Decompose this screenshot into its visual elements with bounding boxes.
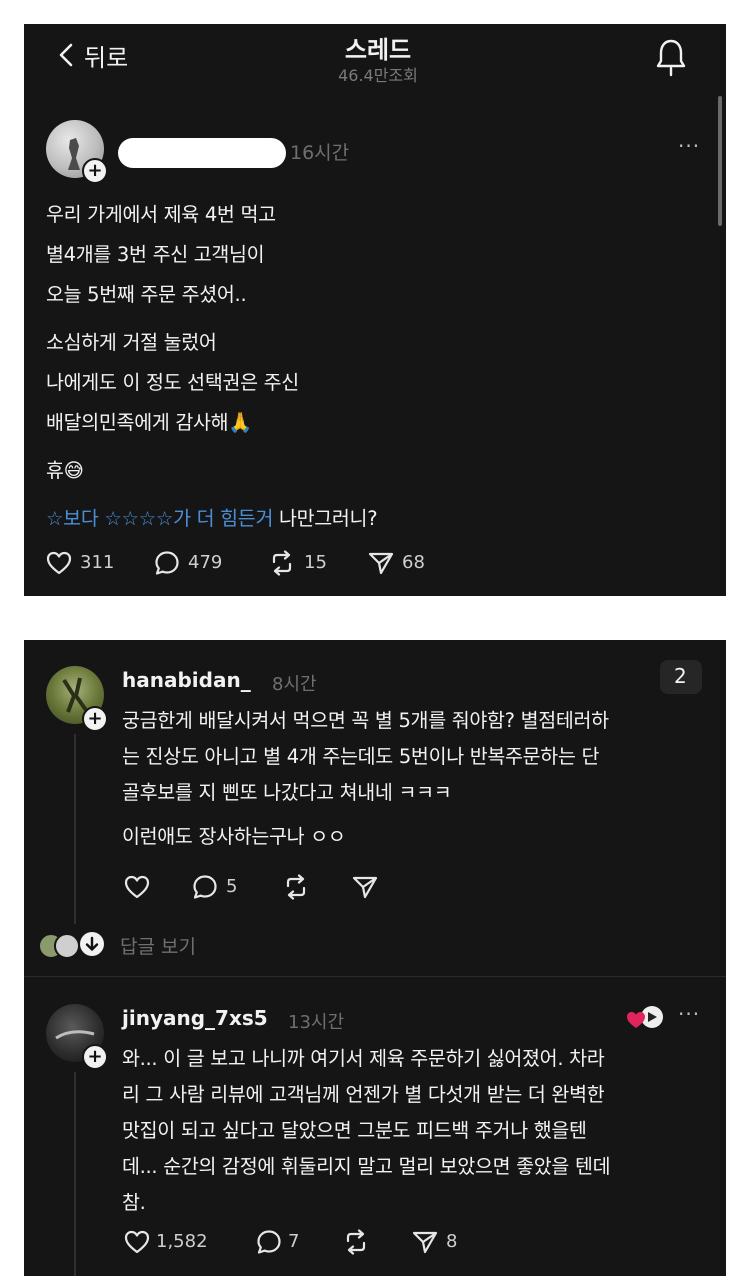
reply-line: 데... 순간의 감정에 휘둘리지 말고 멀리 보았으면 좋았을 텐데 (122, 1155, 611, 1178)
follow-plus-icon[interactable]: + (82, 706, 108, 732)
reply-line: 이런애도 장사하는구나 ㅇㅇ (122, 825, 346, 848)
more-options-icon[interactable]: ··· (678, 1002, 700, 1026)
redacted-username (118, 138, 286, 168)
reply-line: 골후보를 지 삔또 나갔다고 쳐내네 ㅋㅋㅋ (122, 781, 452, 804)
reply-line: 참. (122, 1191, 146, 1214)
reply-username[interactable]: jinyang_7xs5 (122, 1006, 268, 1030)
repost-icon[interactable] (342, 1229, 370, 1255)
repost-icon[interactable] (282, 874, 310, 900)
reply-time: 8시간 (272, 674, 317, 695)
comment-count: 479 (188, 552, 223, 573)
comment-count: 5 (226, 876, 238, 897)
view-count: 46.4만조회 (338, 66, 418, 85)
follow-plus-icon[interactable]: + (82, 158, 108, 184)
post-line-text: 휴 (46, 459, 64, 482)
post-time: 16시간 (290, 142, 350, 164)
reply-count-badge[interactable]: 2 (660, 660, 702, 694)
post-line: 소심하게 거절 눌렀어 (46, 331, 217, 354)
smile-emoji: 😅 (63, 459, 84, 482)
reply-line: 는 진상도 아니고 별 4개 주는데도 5번이나 반복주문하는 단 (122, 745, 600, 768)
page-title: 스레드 (344, 36, 412, 64)
reply-avatars[interactable] (38, 930, 110, 959)
heart-reaction-icon (626, 1004, 666, 1032)
pray-emoji: 🙏 (228, 411, 253, 434)
expand-down-icon (80, 932, 104, 956)
repost-icon[interactable] (268, 550, 296, 576)
post-line: 별4개를 3번 주신 고객님이 (46, 243, 265, 266)
comment-icon[interactable] (154, 550, 180, 576)
post-line: 휴😅 (46, 454, 84, 483)
follow-plus-icon[interactable]: + (82, 1044, 108, 1070)
view-replies-link[interactable]: 답글 보기 (120, 932, 196, 959)
share-send-icon[interactable] (352, 875, 378, 899)
reply-line: 리 그 사람 리뷰에 고객님께 언젠가 별 다섯개 받는 더 완벽한 (122, 1083, 605, 1106)
more-options-icon[interactable]: ··· (678, 134, 700, 158)
heart-icon[interactable] (124, 1230, 150, 1254)
bell-icon[interactable] (656, 38, 686, 78)
reply-count-badge-number: 2 (674, 664, 687, 688)
like-count: 311 (80, 552, 115, 573)
post-line-text: 배달의민족에게 감사해 (46, 411, 229, 434)
post-line: 오늘 5번째 주문 주셨어.. (46, 283, 247, 306)
reply-line: 와... 이 글 보고 나니까 여기서 제육 주문하기 싫어졌어. 차라 (122, 1047, 605, 1070)
mini-avatar (54, 933, 80, 959)
post-line: 배달의민족에게 감사해🙏 (46, 406, 253, 435)
share-send-icon[interactable] (368, 551, 394, 575)
heart-icon[interactable] (46, 551, 72, 575)
share-send-icon[interactable] (412, 1230, 438, 1254)
heart-icon[interactable] (124, 875, 150, 899)
tag-line-text: 나만그러니? (273, 507, 378, 530)
comment-icon[interactable] (192, 874, 218, 900)
tag-line: ☆보다 ☆☆☆☆가 더 힘든거 나만그러니? (46, 502, 378, 531)
divider (24, 976, 726, 977)
share-count: 68 (402, 552, 425, 573)
post-line: 나에게도 이 정도 선택권은 주신 (46, 371, 299, 394)
post-line: 우리 가게에서 제육 4번 먹고 (46, 203, 276, 226)
scrollbar[interactable] (718, 96, 722, 226)
thread-line (74, 1072, 76, 1276)
comment-count: 7 (288, 1231, 300, 1252)
share-count: 8 (446, 1231, 458, 1252)
reply-line: 궁금한게 배달시켜서 먹으면 꼭 별 5개를 줘야함? 별점테러하 (122, 709, 609, 732)
reply-username[interactable]: hanabidan_ (122, 668, 251, 692)
like-count: 1,582 (156, 1231, 208, 1252)
reply-line: 맛집이 되고 싶다고 달았으면 그분도 피드백 주거나 했을텐 (122, 1119, 587, 1142)
thread-line (74, 734, 76, 924)
comment-icon[interactable] (256, 1229, 282, 1255)
hashtag-link[interactable]: ☆보다 ☆☆☆☆가 더 힘든거 (46, 507, 273, 530)
repost-count: 15 (304, 552, 327, 573)
reply-time: 13시간 (288, 1012, 345, 1033)
